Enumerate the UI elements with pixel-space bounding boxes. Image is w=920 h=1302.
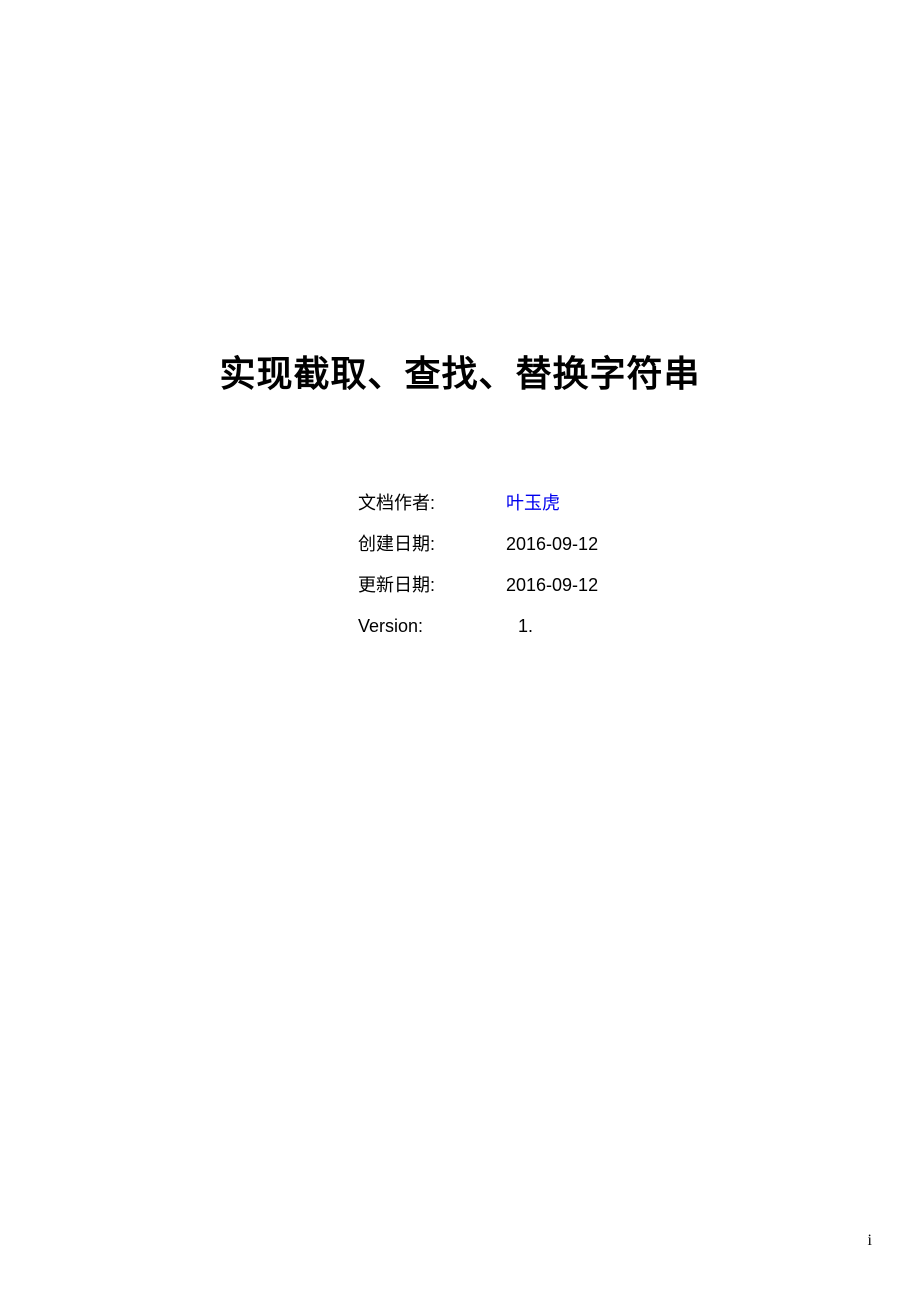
metadata-value: 2016-09-12 (506, 572, 626, 599)
document-title: 实现截取、查找、替换字符串 (0, 345, 920, 397)
metadata-label: 更新日期: (358, 572, 506, 599)
metadata-value-author: 叶玉虎 (506, 490, 626, 517)
page-number: i (868, 1232, 872, 1250)
metadata-label: Version: (358, 613, 506, 640)
metadata-value: 2016-09-12 (506, 531, 626, 558)
metadata-row-author: 文档作者: 叶玉虎 (358, 490, 626, 517)
metadata-label: 创建日期: (358, 531, 506, 558)
metadata-label: 文档作者: (358, 490, 506, 517)
metadata-row-updated: 更新日期: 2016-09-12 (358, 572, 626, 599)
metadata-table: 文档作者: 叶玉虎 创建日期: 2016-09-12 更新日期: 2016-09… (358, 490, 626, 654)
metadata-row-version: Version: 1. (358, 613, 626, 640)
metadata-row-created: 创建日期: 2016-09-12 (358, 531, 626, 558)
metadata-value: 1. (506, 613, 626, 640)
